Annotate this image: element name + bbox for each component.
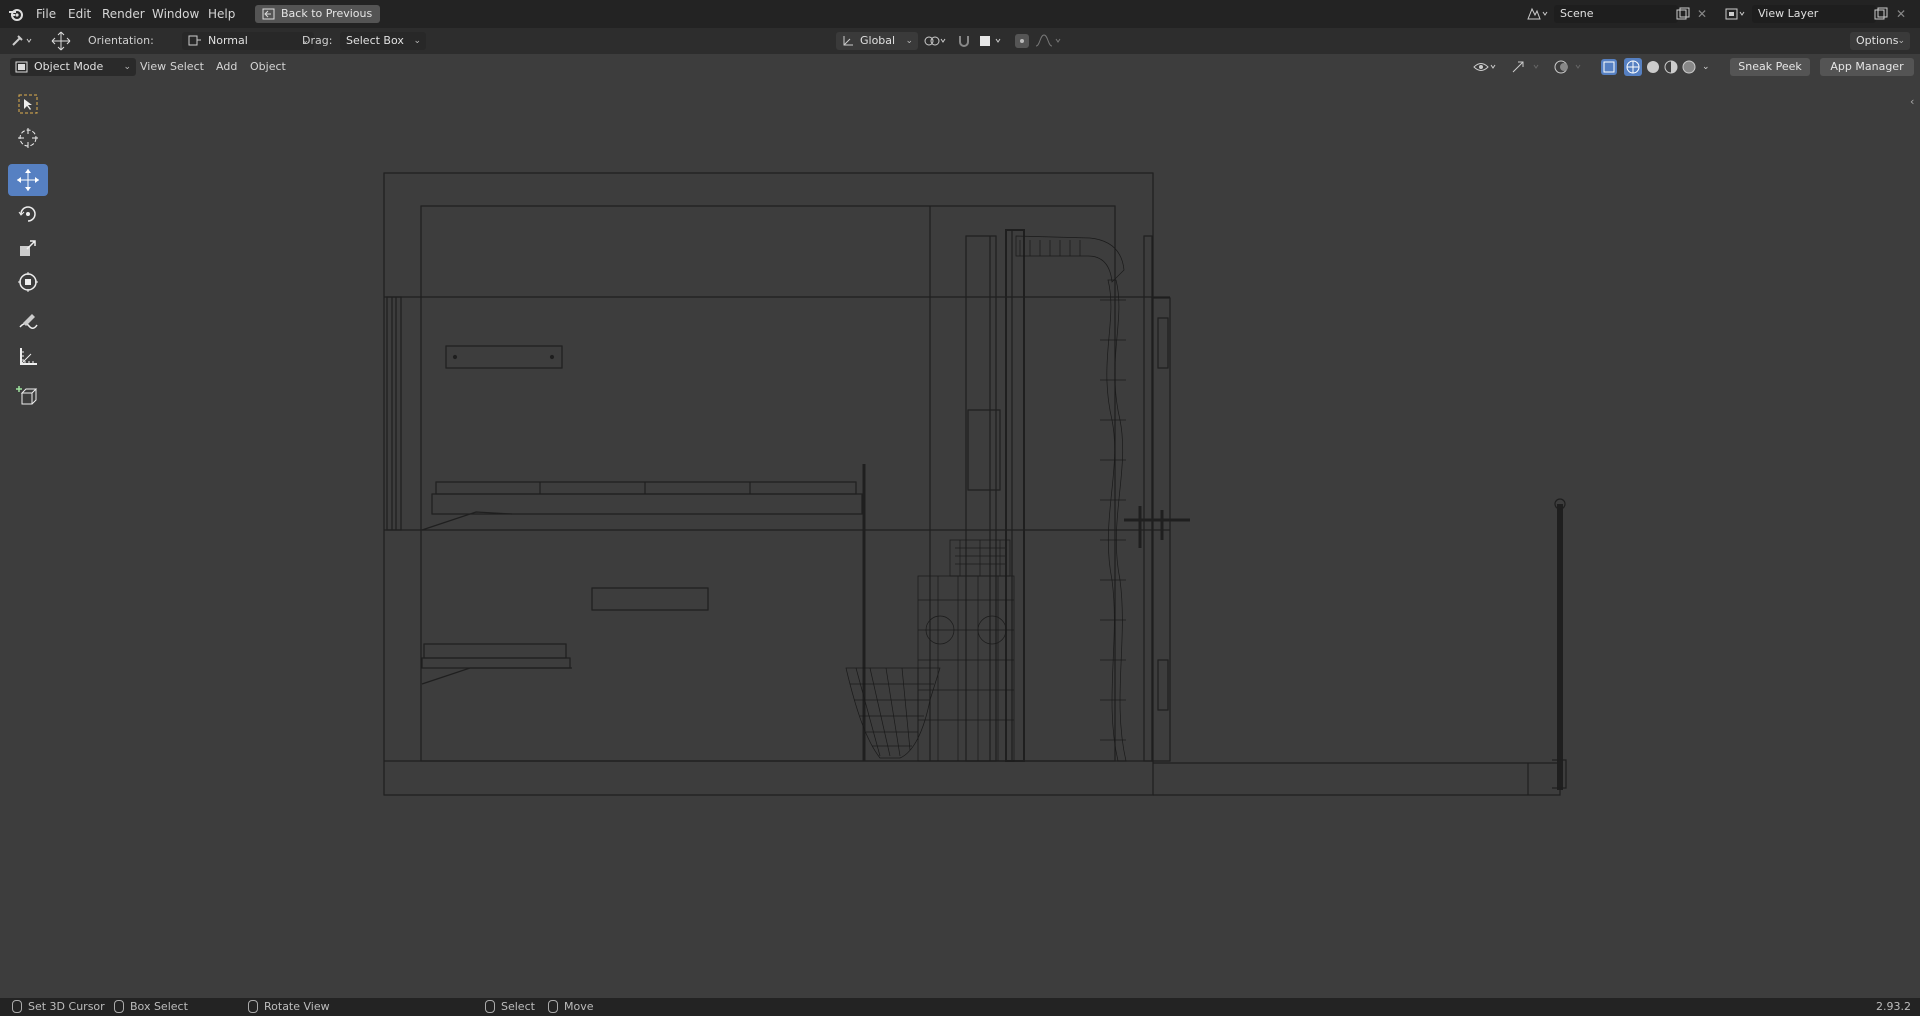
xray-toggle-icon[interactable] bbox=[1600, 58, 1618, 76]
room-inner-wall bbox=[420, 205, 1116, 762]
menu-add[interactable]: Add bbox=[212, 57, 241, 77]
door-handle bbox=[1124, 506, 1190, 548]
wireframe-shading-icon[interactable] bbox=[1624, 58, 1642, 76]
global-axes-icon bbox=[843, 36, 853, 46]
vertical-pipe-mesh bbox=[1106, 279, 1127, 762]
scene-icon[interactable] bbox=[1526, 6, 1548, 22]
chevron-down-icon: ⌄ bbox=[1897, 36, 1905, 46]
new-scene-icon[interactable] bbox=[1676, 7, 1690, 21]
falloff-curve-icon[interactable] bbox=[1034, 33, 1064, 49]
lower-bench bbox=[423, 643, 567, 659]
mouse-middle-icon bbox=[248, 999, 258, 1013]
drag-value: Select Box bbox=[346, 34, 404, 47]
status-bar: Set 3D Cursor Box Select Rotate View Sel… bbox=[0, 998, 1920, 1016]
mouse-right-icon bbox=[485, 999, 495, 1013]
view-layer-icon[interactable] bbox=[1724, 6, 1746, 22]
options-dropdown[interactable]: Options ⌄ bbox=[1850, 32, 1910, 50]
view-layer-name-field[interactable]: View Layer bbox=[1752, 5, 1876, 23]
chevron-down-icon: ⌄ bbox=[123, 62, 131, 72]
object-mode-icon bbox=[15, 61, 28, 73]
gizmo-icon[interactable] bbox=[1510, 59, 1544, 75]
object-mode-value: Object Mode bbox=[34, 60, 104, 73]
snap-magnet-icon[interactable] bbox=[956, 33, 972, 49]
delete-view-layer-icon[interactable]: ✕ bbox=[1896, 4, 1906, 24]
viewport-wireframe-scene[interactable] bbox=[0, 80, 1920, 998]
menu-edit[interactable]: Edit bbox=[62, 4, 97, 24]
solid-shading-icon[interactable] bbox=[1644, 58, 1662, 76]
proportional-editing-icon[interactable] bbox=[1014, 33, 1030, 49]
tool-settings-header: Orientation: Normal ⌄ Drag: Select Box ⌄… bbox=[0, 28, 1920, 54]
material-shading-icon[interactable] bbox=[1662, 58, 1680, 76]
transform-orientation-dropdown[interactable]: Global ⌄ bbox=[836, 32, 918, 50]
object-mode-dropdown[interactable]: Object Mode ⌄ bbox=[10, 58, 136, 76]
drag-dropdown[interactable]: Select Box ⌄ bbox=[340, 32, 426, 50]
pivot-point-icon[interactable] bbox=[922, 33, 950, 49]
top-bar: File Edit Render Window Help Back to Pre… bbox=[0, 0, 1920, 28]
scene-name-field[interactable]: Scene bbox=[1554, 5, 1678, 23]
sneak-peek-button[interactable]: Sneak Peek bbox=[1730, 58, 1810, 76]
mouse-left-icon bbox=[12, 999, 22, 1013]
viewport-header: Object Mode ⌄ View Select Add Object ⌄ S… bbox=[0, 54, 1920, 80]
menu-file[interactable]: File bbox=[30, 4, 62, 24]
floor-extension bbox=[1153, 762, 1561, 796]
rendered-shading-icon[interactable] bbox=[1680, 58, 1698, 76]
chevron-down-icon: ⌄ bbox=[905, 36, 913, 46]
orientation-label: Orientation: bbox=[88, 34, 154, 47]
move-tool-indicator-icon bbox=[51, 31, 71, 51]
version-label: 2.93.2 bbox=[1876, 1000, 1911, 1013]
back-to-previous-button[interactable]: Back to Previous bbox=[255, 5, 381, 23]
snap-target-icon[interactable] bbox=[978, 33, 1008, 49]
status-select: Select bbox=[485, 998, 535, 1016]
orientation-dropdown[interactable]: Normal ⌄ bbox=[182, 32, 314, 50]
mouse-right-drag-icon bbox=[548, 999, 558, 1013]
blender-logo-icon[interactable] bbox=[8, 6, 24, 22]
status-rotate-view: Rotate View bbox=[248, 998, 330, 1016]
back-icon bbox=[262, 8, 275, 20]
menu-help[interactable]: Help bbox=[202, 4, 241, 24]
visibility-eye-icon[interactable] bbox=[1472, 59, 1500, 75]
chevron-down-icon: ⌄ bbox=[413, 36, 421, 46]
menu-object[interactable]: Object bbox=[246, 57, 290, 77]
transform-orientation-value: Global bbox=[860, 34, 896, 47]
overlays-icon[interactable] bbox=[1554, 59, 1588, 75]
status-move: Move bbox=[548, 998, 594, 1016]
status-set-3d-cursor: Set 3D Cursor bbox=[12, 998, 105, 1016]
mouse-drag-icon bbox=[114, 999, 124, 1013]
new-view-layer-icon[interactable] bbox=[1874, 7, 1888, 21]
shading-options-chevron-icon[interactable]: ⌄ bbox=[1702, 57, 1710, 77]
app-manager-button[interactable]: App Manager bbox=[1820, 58, 1914, 76]
options-label: Options bbox=[1856, 34, 1899, 47]
menu-render[interactable]: Render bbox=[96, 4, 151, 24]
tool-settings-icon[interactable] bbox=[10, 33, 38, 49]
room-outer-wall bbox=[383, 172, 1154, 796]
delete-scene-icon[interactable]: ✕ bbox=[1697, 4, 1707, 24]
menu-window[interactable]: Window bbox=[146, 4, 205, 24]
menu-view[interactable]: View bbox=[136, 57, 170, 77]
orientation-icon bbox=[188, 35, 201, 46]
back-to-previous-label: Back to Previous bbox=[281, 7, 373, 20]
status-box-select: Box Select bbox=[114, 998, 188, 1016]
bed-mattress bbox=[435, 481, 857, 495]
upper-shelf bbox=[445, 345, 563, 369]
orientation-value: Normal bbox=[208, 34, 248, 47]
middle-shelf bbox=[591, 587, 709, 611]
menu-select[interactable]: Select bbox=[166, 57, 208, 77]
drag-label: Drag: bbox=[302, 34, 333, 47]
